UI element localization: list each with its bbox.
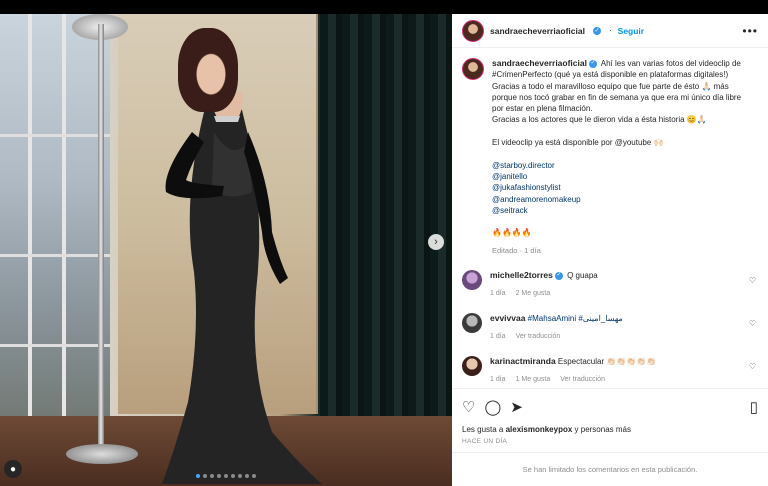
author-username[interactable]: sandraecheverriaoficial [490,26,585,36]
see-translation-link[interactable]: Ver traducción [516,333,561,340]
comment-text: Espectacular 👏🏻👏🏻👏🏻👏🏻👏🏻 [555,357,657,367]
window-background [0,14,110,434]
avatar[interactable] [462,19,484,42]
caption: sandraecheverriaoficial ✓ Ahí les van var… [462,58,758,256]
caption-meta: Editado · 1 día [492,245,541,255]
comment-icon[interactable]: ◯ [484,398,501,416]
woman-figure [162,92,322,484]
comment-time: 1 día [490,333,506,341]
comment-heart-icon[interactable]: ♡ [749,362,756,371]
share-icon[interactable]: ➤ [510,398,523,416]
liker-username[interactable]: alexismonkeypox [506,425,573,434]
caption-line: Gracias a todo el maravilloso equipo que… [492,81,742,114]
commenter-username[interactable]: evvivvaa [490,313,525,323]
commenter-avatar[interactable] [462,270,482,291]
comment-time: 1 día [490,376,506,384]
post-actions: ♡ ◯ ➤ ▯ Les gusta a alexismonkeypox y pe… [452,388,768,445]
caption-line: Gracias a los actores que le dieron vida… [492,115,707,125]
commenter-avatar[interactable] [462,356,482,377]
caption-line: 🔥🔥🔥🔥 [492,228,532,238]
post-time-ago: HACE UN DÍA [462,438,508,445]
caption-username[interactable]: sandraecheverriaoficial [492,58,587,68]
mention-link[interactable]: @janitello [492,172,527,181]
comment-likes[interactable]: 1 Me gusta [516,376,551,383]
comment-text[interactable]: #MahsaAmini #مهسا_امینی [525,314,623,323]
mention-link[interactable]: @andreamorenomakeup [492,195,581,204]
carousel-dots [0,474,452,478]
post-modal: › ● sandraecheverriaoficial ✓ · Seguir •… [0,14,768,486]
verified-badge-icon: ✓ [592,26,601,35]
bookmark-icon[interactable]: ▯ [750,398,758,416]
comment-item: evvivvaa #MahsaAmini #مهسا_امینی 1 día Ve… [462,313,758,342]
caption-text: sandraecheverriaoficial ✓ Ahí les van var… [492,58,744,256]
woman-head [178,28,238,112]
next-photo-button[interactable]: › [428,234,444,250]
follow-button[interactable]: Seguir [618,26,644,36]
likes-summary: Les gusta a alexismonkeypox y personas m… [462,425,631,434]
comment-item: michelle2torres ✓ Q guapa 1 día 2 Me gusta… [462,270,758,299]
comments-limited-notice: Se han limitado los comentarios en esta … [452,452,768,486]
mention-link[interactable]: @jukafashionstylist [492,183,561,192]
commenter-username[interactable]: karinactmiranda [490,356,556,366]
post-side-panel: sandraecheverriaoficial ✓ · Seguir ••• s… [452,14,768,486]
caption-avatar[interactable] [462,58,484,80]
mention-link[interactable]: @starboy.director [492,161,555,170]
comment-heart-icon[interactable]: ♡ [749,319,756,328]
post-header: sandraecheverriaoficial ✓ · Seguir ••• [452,14,768,48]
commenter-avatar[interactable] [462,313,482,334]
caption-line: El videoclip ya está disponible por @you… [492,138,664,148]
more-options-icon[interactable]: ••• [742,24,758,38]
lamp-base [66,444,138,464]
comments-scroll[interactable]: sandraecheverriaoficial ✓ Ahí les van var… [452,48,768,388]
heart-icon[interactable]: ♡ [462,398,475,416]
comment-text: Q guapa [564,271,598,281]
commenter-username[interactable]: michelle2torres [490,270,553,280]
see-translation-link[interactable]: Ver traducción [560,376,605,383]
comment-time: 1 día [490,290,506,298]
post-photo[interactable]: › ● [0,14,452,486]
verified-badge-icon: ✓ [588,59,597,68]
comment-item: karinactmiranda Espectacular 👏🏻👏🏻👏🏻👏🏻👏🏻 … [462,356,758,385]
comment-heart-icon[interactable]: ♡ [749,276,756,285]
comment-likes[interactable]: 2 Me gusta [516,290,551,297]
mention-link[interactable]: @seitrack [492,206,528,215]
lamp-pole [98,24,104,454]
verified-badge-icon: ✓ [554,271,563,280]
